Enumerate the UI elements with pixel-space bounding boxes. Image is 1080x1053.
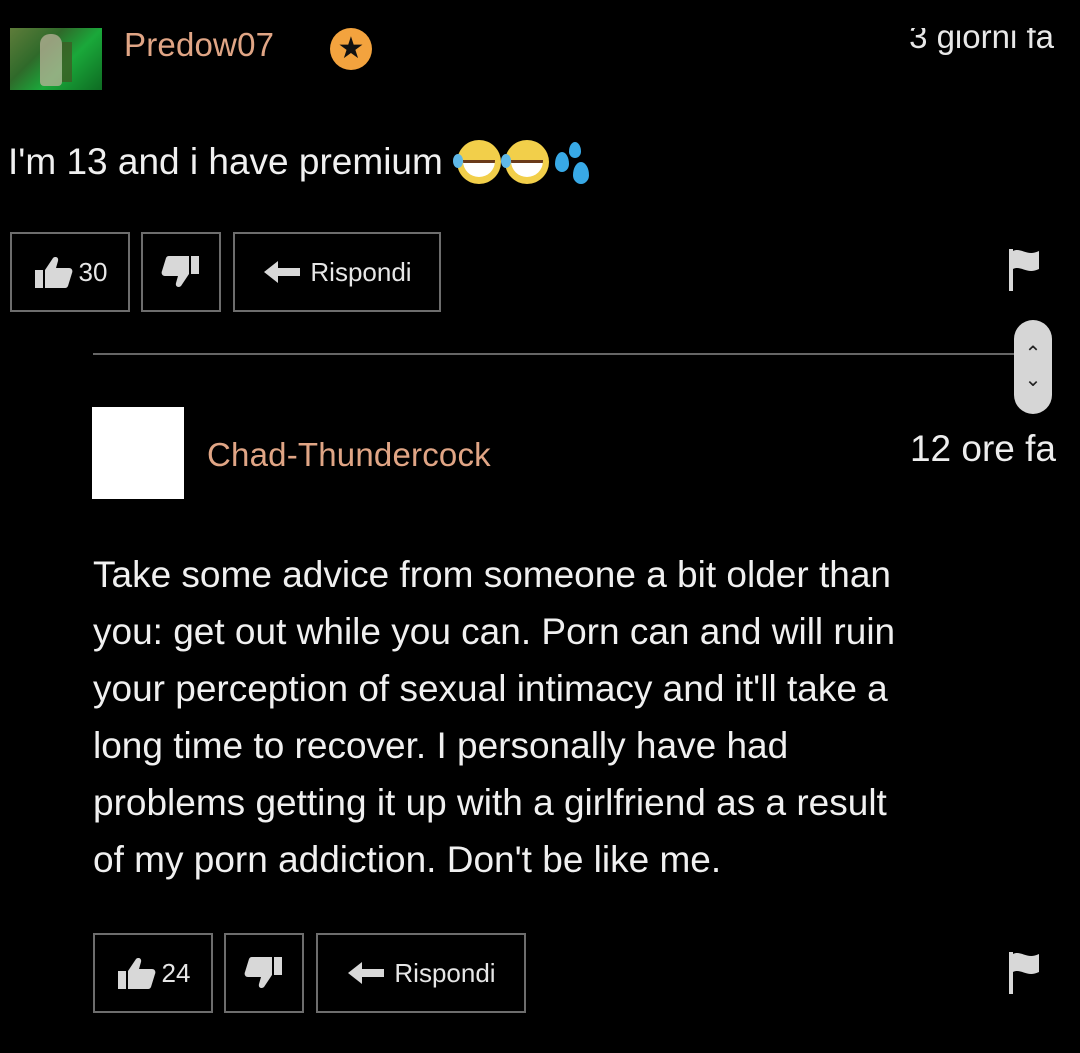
comment-timestamp: 3 giorni fa [909,18,1054,55]
flag-icon[interactable] [1007,247,1041,298]
thumbs-up-icon [34,257,72,288]
sweat-droplets-icon [553,140,593,184]
comment-text-line: your perception of sexual intimacy and i… [93,668,888,709]
like-button[interactable]: 30 [10,232,130,312]
comment-text-line: Take some advice from someone a bit olde… [93,554,891,595]
reply-arrow-icon [264,261,301,283]
dislike-button[interactable] [224,933,304,1013]
comment-text-line: of my porn addiction. Don't be like me. [93,839,722,880]
thumbs-down-icon [244,957,282,988]
reply-label: Rispondi [310,256,412,287]
comment-text-line: problems getting it up with a girlfriend… [93,782,887,823]
thumbs-down-icon [161,256,199,287]
star-icon: ★ [330,28,372,70]
dislike-button[interactable] [141,232,221,312]
like-count: 24 [161,957,191,988]
thread-divider [93,353,1016,355]
reply-arrow-icon [348,962,385,984]
face-with-tears-of-joy-icon [500,140,549,184]
comment-text-line: you: get out while you can. Porn can and… [93,611,896,652]
flag-icon[interactable] [1007,950,1041,1001]
comment-body: I'm 13 and i have premium [8,140,593,184]
reply-label: Rispondi [394,957,496,988]
thumbs-up-icon [117,958,155,989]
comment-author-username[interactable]: Chad-Thundercock [207,436,491,474]
comment-timestamp: 12 ore fa [909,428,1056,469]
like-button[interactable]: 24 [93,933,213,1013]
reply-button[interactable]: Rispondi [316,933,526,1013]
avatar[interactable] [92,407,184,499]
like-count: 30 [78,256,108,287]
comment-author-username[interactable]: Predow07 [124,26,274,64]
reply-button[interactable]: Rispondi [233,232,441,312]
comment-text-line: long time to recover. I personally have … [93,725,789,766]
avatar[interactable] [10,28,102,90]
scroll-up-down-icon[interactable]: ⌃ ⌄ [1014,320,1052,414]
comment-body: Take some advice from someone a bit olde… [93,546,1053,888]
comment-text: I'm 13 and i have premium [8,141,443,182]
face-with-tears-of-joy-icon [452,140,501,184]
